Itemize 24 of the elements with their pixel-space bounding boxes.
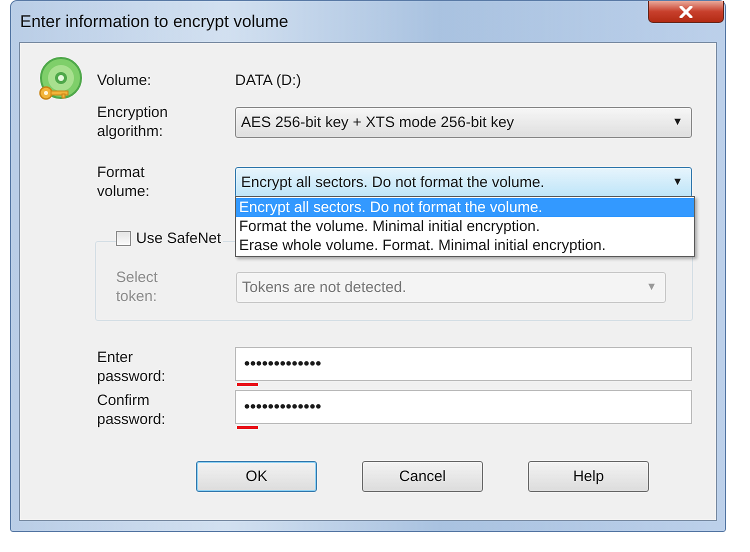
close-button[interactable] — [648, 1, 724, 23]
format-dropdown[interactable]: Encrypt all sectors. Do not format the volume. ▼ — [235, 166, 692, 198]
strength-bar — [237, 426, 258, 429]
dropdown-option[interactable]: Format the volume. Minimal initial encryption. — [236, 217, 694, 236]
password-label: Confirm password: — [97, 390, 166, 428]
dropdown-option[interactable]: Erase whole volume. Format. Minimal initial encryption. — [236, 236, 694, 255]
dropdown-arrow-icon: ▼ — [672, 116, 683, 128]
dropdown-arrow-icon: ▼ — [672, 176, 683, 188]
dialog-button[interactable]: OK — [196, 461, 317, 492]
password-label: Enter password: — [97, 348, 166, 386]
algorithm-dropdown[interactable]: AES 256-bit key + XTS mode 256-bit key ▼ — [235, 106, 692, 138]
close-icon — [679, 6, 693, 18]
dropdown-arrow-icon: ▼ — [646, 281, 657, 293]
dialog-button[interactable]: Help — [528, 461, 649, 492]
volume-label: Volume: — [97, 70, 152, 90]
dialog-button[interactable]: Cancel — [362, 461, 483, 492]
token-label: Select token: — [116, 268, 159, 306]
volume-value: DATA (D:) — [235, 72, 302, 88]
window-title: Enter information to encrypt volume — [20, 12, 288, 32]
strength-bar — [237, 383, 258, 386]
password-field[interactable]: ••••••••••••• — [235, 347, 692, 381]
password-field[interactable]: ••••••••••••• — [235, 390, 692, 424]
algorithm-label: Encryption algorithm: — [97, 103, 168, 141]
format-label: Format volume: — [97, 163, 150, 201]
